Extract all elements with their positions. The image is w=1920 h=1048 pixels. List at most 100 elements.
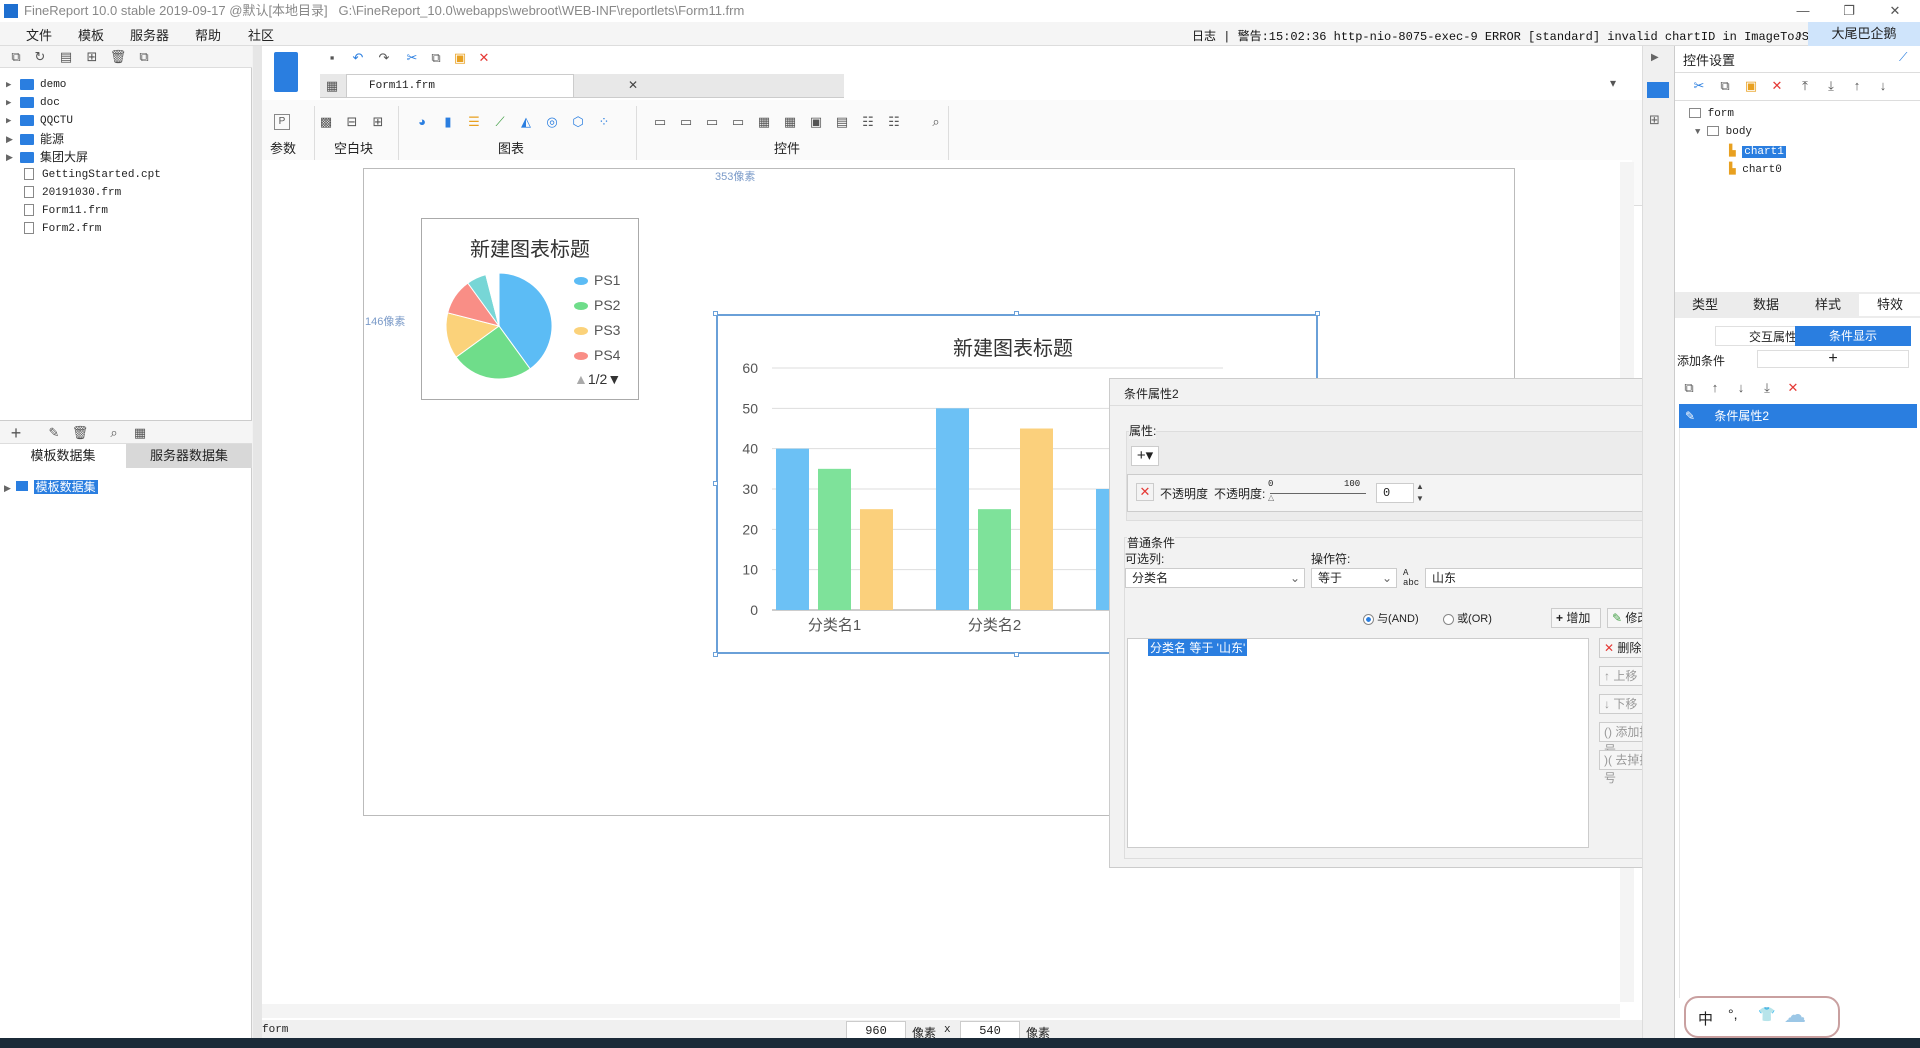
- menu-server[interactable]: 服务器: [130, 25, 169, 44]
- move-bottom-icon[interactable]: ⤓: [1821, 76, 1841, 96]
- ime-punct[interactable]: °,: [1728, 1006, 1738, 1022]
- scatter-chart-icon[interactable]: ⁘: [594, 112, 614, 132]
- undo-icon[interactable]: ↶: [348, 48, 368, 68]
- resize-handle[interactable]: [1014, 652, 1019, 657]
- tree-node-body[interactable]: ▼ body: [1695, 126, 1752, 138]
- move-top-icon[interactable]: ⤒: [1795, 76, 1815, 96]
- calendar-widget-icon[interactable]: ▦: [780, 112, 800, 132]
- tree-folder-energy[interactable]: ▶ 能源: [6, 130, 64, 148]
- collapse-icon[interactable]: ▶: [1651, 52, 1659, 63]
- bar[interactable]: [860, 509, 893, 610]
- legend-ps1[interactable]: PS1: [574, 272, 620, 288]
- delete-icon[interactable]: ✕: [1767, 76, 1787, 96]
- delete-dataset-icon[interactable]: 🗑: [70, 423, 90, 443]
- condition-bottom-icon[interactable]: ⤓: [1757, 378, 1777, 398]
- resize-handle[interactable]: [713, 652, 718, 657]
- legend-pager[interactable]: ▲1/2▼: [574, 371, 621, 387]
- textarea-widget-icon[interactable]: ▤: [832, 112, 852, 132]
- param-icon[interactable]: P: [274, 114, 290, 130]
- block-icon[interactable]: ▩: [316, 112, 336, 132]
- condition-list[interactable]: 分类名 等于 '山东': [1127, 638, 1589, 848]
- redo-icon[interactable]: ↷: [374, 48, 394, 68]
- paste-icon[interactable]: ▣: [1741, 76, 1761, 96]
- legend-ps3[interactable]: PS3: [574, 322, 620, 338]
- log-message[interactable]: 日志 | 警告:15:02:36 http-nio-8075-exec-9 ER…: [1192, 27, 1867, 44]
- subtab-conditional-display[interactable]: 条件显示: [1795, 326, 1911, 346]
- opacity-slider[interactable]: 0 100 △: [1268, 479, 1368, 505]
- restore-button[interactable]: ❐: [1826, 0, 1872, 22]
- cut-icon[interactable]: ✂: [402, 48, 422, 68]
- ime-toolbar[interactable]: 中 °, 👕 ☁: [1684, 996, 1840, 1038]
- number-widget-icon[interactable]: ▣: [806, 112, 826, 132]
- menu-file[interactable]: 文件: [26, 25, 52, 44]
- condition-value-input[interactable]: 山东: [1425, 568, 1663, 588]
- tree-file-20191030[interactable]: 20191030.frm: [6, 184, 121, 202]
- edit-condition-icon[interactable]: ✎: [1679, 404, 1701, 428]
- opacity-spinner[interactable]: ▲ ▼: [1416, 481, 1424, 505]
- query-widget-icon[interactable]: ⌕: [926, 112, 946, 132]
- preview-dataset-icon[interactable]: ⌕: [104, 423, 124, 443]
- operator-select[interactable]: 等于 ⌄: [1311, 568, 1397, 588]
- pie-chart-icon[interactable]: ◕: [412, 112, 432, 132]
- tab-effects[interactable]: 特效: [1859, 294, 1920, 316]
- column-select[interactable]: 分类名 ⌄: [1125, 568, 1305, 588]
- pin-icon[interactable]: ⟋: [1899, 50, 1907, 65]
- textbox-widget-icon[interactable]: ▭: [650, 112, 670, 132]
- tree-folder-group-screen[interactable]: ▶ 集团大屏: [6, 148, 88, 166]
- bar[interactable]: [978, 509, 1011, 610]
- edit-dataset-icon[interactable]: ✎: [44, 423, 64, 443]
- user-account[interactable]: 大尾巴企鹅: [1808, 22, 1920, 46]
- menu-community[interactable]: 社区: [248, 25, 274, 44]
- move-down-icon[interactable]: ↓: [1873, 76, 1893, 96]
- search-icon[interactable]: ⌕: [1795, 26, 1803, 43]
- tree-file-form11[interactable]: Form11.frm: [6, 202, 108, 220]
- ime-skin-icon[interactable]: 👕: [1758, 1006, 1775, 1023]
- paste-icon[interactable]: ▣: [450, 48, 470, 68]
- remove-attr-icon[interactable]: ✕: [1136, 483, 1154, 501]
- component-icon[interactable]: ⊞: [1649, 112, 1660, 128]
- tab-data[interactable]: 数据: [1735, 294, 1797, 316]
- bar[interactable]: [818, 468, 851, 610]
- copy-icon[interactable]: ⧉: [1715, 76, 1735, 96]
- minimize-button[interactable]: —: [1780, 0, 1826, 22]
- hbar-chart-icon[interactable]: ☰: [464, 112, 484, 132]
- bar[interactable]: [936, 408, 969, 610]
- dataset-item[interactable]: ▶ 模板数据集: [4, 478, 98, 494]
- tab-template-dataset[interactable]: 模板数据集: [0, 444, 126, 468]
- add-dataset-icon[interactable]: +: [6, 423, 26, 443]
- save-icon[interactable]: ▪: [322, 48, 342, 68]
- condition-down-icon[interactable]: ↓: [1731, 378, 1751, 398]
- legend-ps2[interactable]: PS2: [574, 297, 620, 313]
- tab-server-dataset[interactable]: 服务器数据集: [126, 444, 252, 468]
- legend-ps4[interactable]: PS4: [574, 347, 620, 363]
- new-form-icon[interactable]: [274, 52, 298, 92]
- locate-icon[interactable]: ▤: [56, 47, 76, 67]
- tree-file-gettingstarted[interactable]: GettingStarted.cpt: [6, 166, 161, 184]
- radar-chart-icon[interactable]: ⬡: [568, 112, 588, 132]
- tree-node-chart0[interactable]: ▙ chart0: [1729, 162, 1782, 176]
- add-attr-button[interactable]: +▾: [1131, 446, 1159, 466]
- menu-template[interactable]: 模板: [78, 25, 104, 44]
- widget-settings-icon[interactable]: [1647, 82, 1669, 98]
- resize-handle[interactable]: [713, 311, 718, 316]
- copy-condition-icon[interactable]: ⧉: [1679, 378, 1699, 398]
- bar[interactable]: [1020, 428, 1053, 611]
- close-tab-icon[interactable]: ✕: [628, 78, 638, 92]
- label-widget-icon[interactable]: ▭: [702, 112, 722, 132]
- line-chart-icon[interactable]: ⟋: [490, 112, 510, 132]
- resize-handle[interactable]: [1014, 311, 1019, 316]
- delete-icon[interactable]: ✕: [474, 48, 494, 68]
- condition-up-icon[interactable]: ↑: [1705, 378, 1725, 398]
- tab-list-icon[interactable]: ▾: [1610, 76, 1616, 90]
- button-widget-icon[interactable]: ▭: [676, 112, 696, 132]
- move-up-icon[interactable]: ↑: [1847, 76, 1867, 96]
- tree-folder-qqctu[interactable]: ▶ QQCTU: [6, 112, 73, 130]
- condition-list-item[interactable]: 分类名 等于 '山东': [1148, 639, 1248, 656]
- delete-icon[interactable]: 🗑: [108, 47, 128, 67]
- condition-delete-icon[interactable]: ✕: [1783, 378, 1803, 398]
- resize-handle[interactable]: [713, 481, 718, 486]
- cut-icon[interactable]: ✂: [1689, 76, 1709, 96]
- tree-node-chart1[interactable]: ▙ chart1: [1729, 144, 1786, 158]
- copy-icon[interactable]: ⧉: [134, 47, 154, 67]
- horizontal-scrollbar[interactable]: [262, 1004, 1620, 1018]
